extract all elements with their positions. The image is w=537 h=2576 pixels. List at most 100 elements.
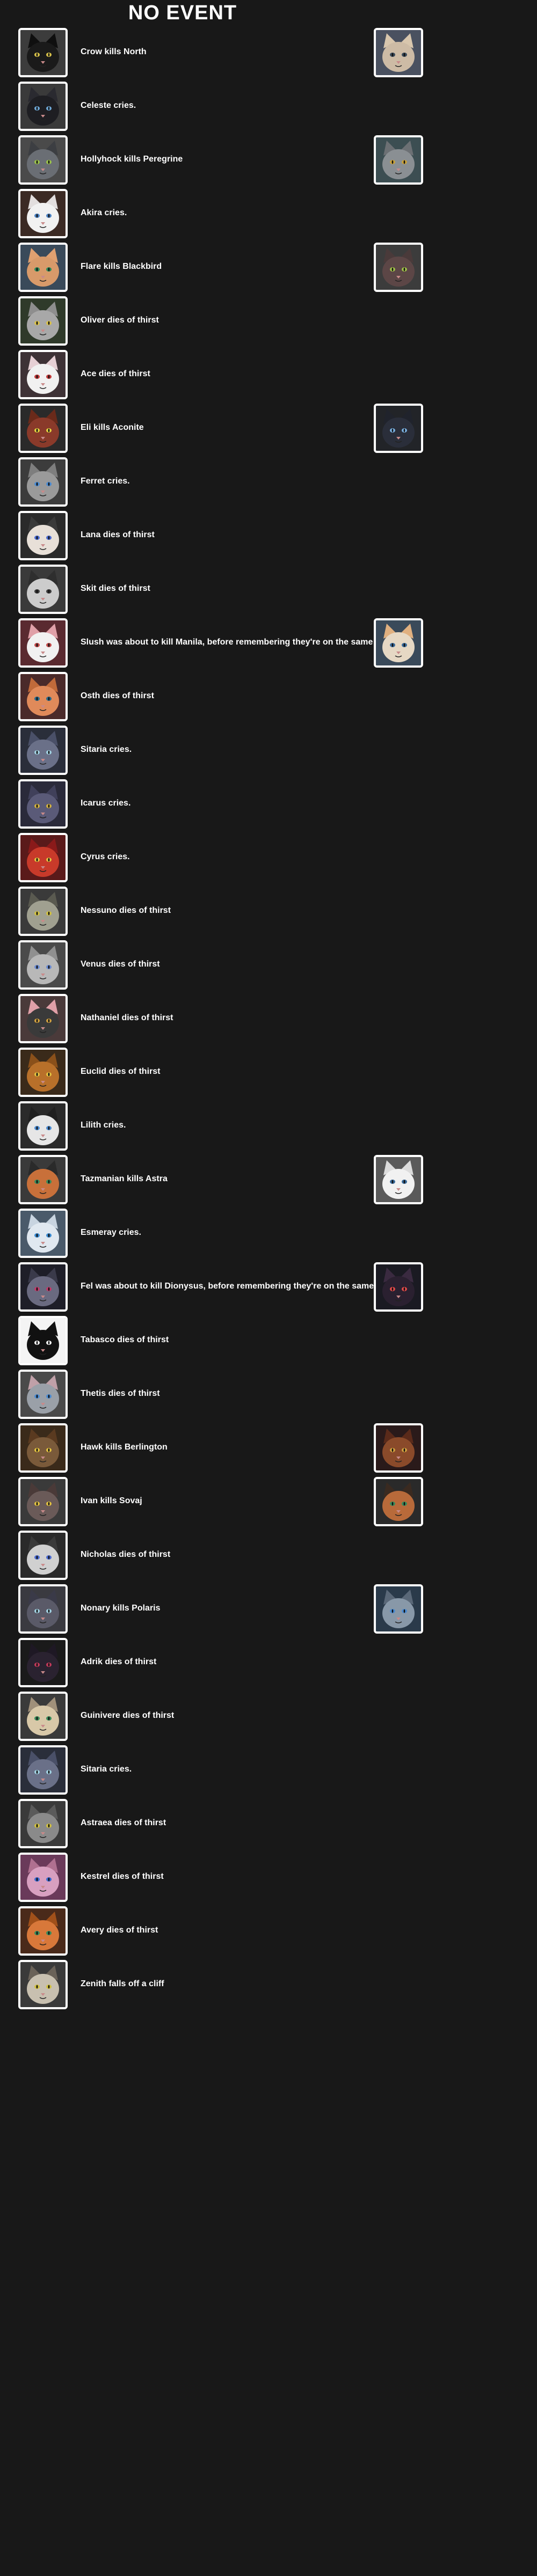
event-row: Sitaria cries. xyxy=(18,726,421,775)
cat-portrait-left xyxy=(18,940,68,990)
event-row: Sitaria cries. xyxy=(18,1745,421,1795)
cat-face-icon xyxy=(20,835,66,880)
cat-face-icon xyxy=(20,674,66,719)
cat-portrait-left xyxy=(18,135,68,185)
event-row: Esmeray cries. xyxy=(18,1209,421,1258)
event-row: Venus dies of thirst xyxy=(18,940,421,990)
cat-face-icon xyxy=(20,30,66,75)
event-text: Ivan kills Sovaj xyxy=(81,1496,142,1505)
cat-face-icon xyxy=(20,84,66,129)
cat-face-icon xyxy=(376,1479,421,1524)
cat-face-icon xyxy=(20,191,66,236)
cat-face-icon xyxy=(20,1157,66,1202)
event-row: Flare kills Blackbird xyxy=(18,243,423,292)
event-row: Zenith falls off a cliff xyxy=(18,1960,421,2009)
event-row: Osth dies of thirst xyxy=(18,672,421,721)
cat-face-icon xyxy=(20,1747,66,1792)
cat-face-icon xyxy=(376,245,421,290)
event-text: Fel was about to kill Dionysus, before r… xyxy=(81,1282,396,1291)
cat-face-icon xyxy=(20,1908,66,1953)
event-text: Lana dies of thirst xyxy=(81,530,155,539)
event-text: Hawk kills Berlington xyxy=(81,1443,168,1452)
cat-face-icon xyxy=(20,1855,66,1900)
cat-portrait-right xyxy=(374,1477,423,1526)
event-row: Lilith cries. xyxy=(18,1101,421,1151)
event-text: Zenith falls off a cliff xyxy=(81,1979,164,1988)
cat-portrait-left xyxy=(18,1692,68,1741)
event-row: Crow kills North xyxy=(18,28,423,77)
cat-face-icon xyxy=(20,1264,66,1309)
cat-portrait-left xyxy=(18,457,68,507)
cat-face-icon xyxy=(376,137,421,182)
cat-portrait-right xyxy=(374,1155,423,1204)
event-row: Oliver dies of thirst xyxy=(18,296,421,346)
cat-portrait-left xyxy=(18,1745,68,1795)
cat-portrait-left xyxy=(18,82,68,131)
event-row: Celeste cries. xyxy=(18,82,421,131)
event-text: Skit dies of thirst xyxy=(81,584,150,593)
cat-portrait-right xyxy=(374,618,423,668)
event-text: Nessuno dies of thirst xyxy=(81,906,171,915)
event-text: Ace dies of thirst xyxy=(81,369,150,378)
cat-portrait-left xyxy=(18,1048,68,1097)
event-text: Astraea dies of thirst xyxy=(81,1818,166,1827)
event-row: Hollyhock kills Peregrine xyxy=(18,135,423,185)
cat-face-icon xyxy=(376,1586,421,1631)
cat-portrait-left xyxy=(18,296,68,346)
cat-portrait-left xyxy=(18,726,68,775)
cat-face-icon xyxy=(20,1962,66,2007)
cat-portrait-left xyxy=(18,994,68,1043)
cat-face-icon xyxy=(20,1801,66,1846)
cat-face-icon xyxy=(20,1103,66,1148)
event-text: Nonary kills Polaris xyxy=(81,1604,161,1613)
event-text: Crow kills North xyxy=(81,47,147,56)
cat-face-icon xyxy=(376,1264,421,1309)
event-text: Ferret cries. xyxy=(81,477,130,486)
cat-portrait-left xyxy=(18,1531,68,1580)
cat-portrait-left xyxy=(18,1906,68,1956)
cat-face-icon xyxy=(20,1586,66,1631)
cat-portrait-right xyxy=(374,404,423,453)
event-row: Ace dies of thirst xyxy=(18,350,421,399)
event-text: Nathaniel dies of thirst xyxy=(81,1013,173,1022)
cat-portrait-left xyxy=(18,1638,68,1687)
event-row: Euclid dies of thirst xyxy=(18,1048,421,1097)
event-row: Ivan kills Sovaj xyxy=(18,1477,423,1526)
event-row: Akira cries. xyxy=(18,189,421,238)
cat-portrait-left xyxy=(18,28,68,77)
event-row: Adrik dies of thirst xyxy=(18,1638,421,1687)
event-text: Tabasco dies of thirst xyxy=(81,1335,169,1344)
event-text: Celeste cries. xyxy=(81,101,136,110)
cat-face-icon xyxy=(20,513,66,558)
event-text: Thetis dies of thirst xyxy=(81,1389,160,1398)
cat-portrait-left xyxy=(18,1853,68,1902)
cat-face-icon xyxy=(20,1211,66,1256)
event-text: Kestrel dies of thirst xyxy=(81,1872,164,1881)
cat-face-icon xyxy=(20,1372,66,1417)
event-row: Thetis dies of thirst xyxy=(18,1370,421,1419)
cat-portrait-right xyxy=(374,1262,423,1312)
event-text: Cyrus cries. xyxy=(81,852,130,861)
cat-portrait-left xyxy=(18,1316,68,1365)
cat-face-icon xyxy=(20,889,66,934)
cat-face-icon xyxy=(20,1425,66,1470)
cat-portrait-right xyxy=(374,243,423,292)
cat-face-icon xyxy=(20,137,66,182)
event-text: Nicholas dies of thirst xyxy=(81,1550,171,1559)
event-text: Esmeray cries. xyxy=(81,1228,141,1237)
event-row: Slush was about to kill Manila, before r… xyxy=(18,618,423,668)
cat-portrait-left xyxy=(18,1423,68,1473)
event-row: Ferret cries. xyxy=(18,457,421,507)
event-row: Icarus cries. xyxy=(18,779,421,829)
cat-portrait-left xyxy=(18,1370,68,1419)
cat-portrait-left xyxy=(18,672,68,721)
event-row: Guinivere dies of thirst xyxy=(18,1692,421,1741)
cat-face-icon xyxy=(376,30,421,75)
cat-face-icon xyxy=(20,1479,66,1524)
event-row: Avery dies of thirst xyxy=(18,1906,421,1956)
cat-portrait-left xyxy=(18,350,68,399)
event-row: Nicholas dies of thirst xyxy=(18,1531,421,1580)
cat-face-icon xyxy=(20,459,66,504)
cat-portrait-left xyxy=(18,511,68,560)
event-text: Venus dies of thirst xyxy=(81,960,160,969)
